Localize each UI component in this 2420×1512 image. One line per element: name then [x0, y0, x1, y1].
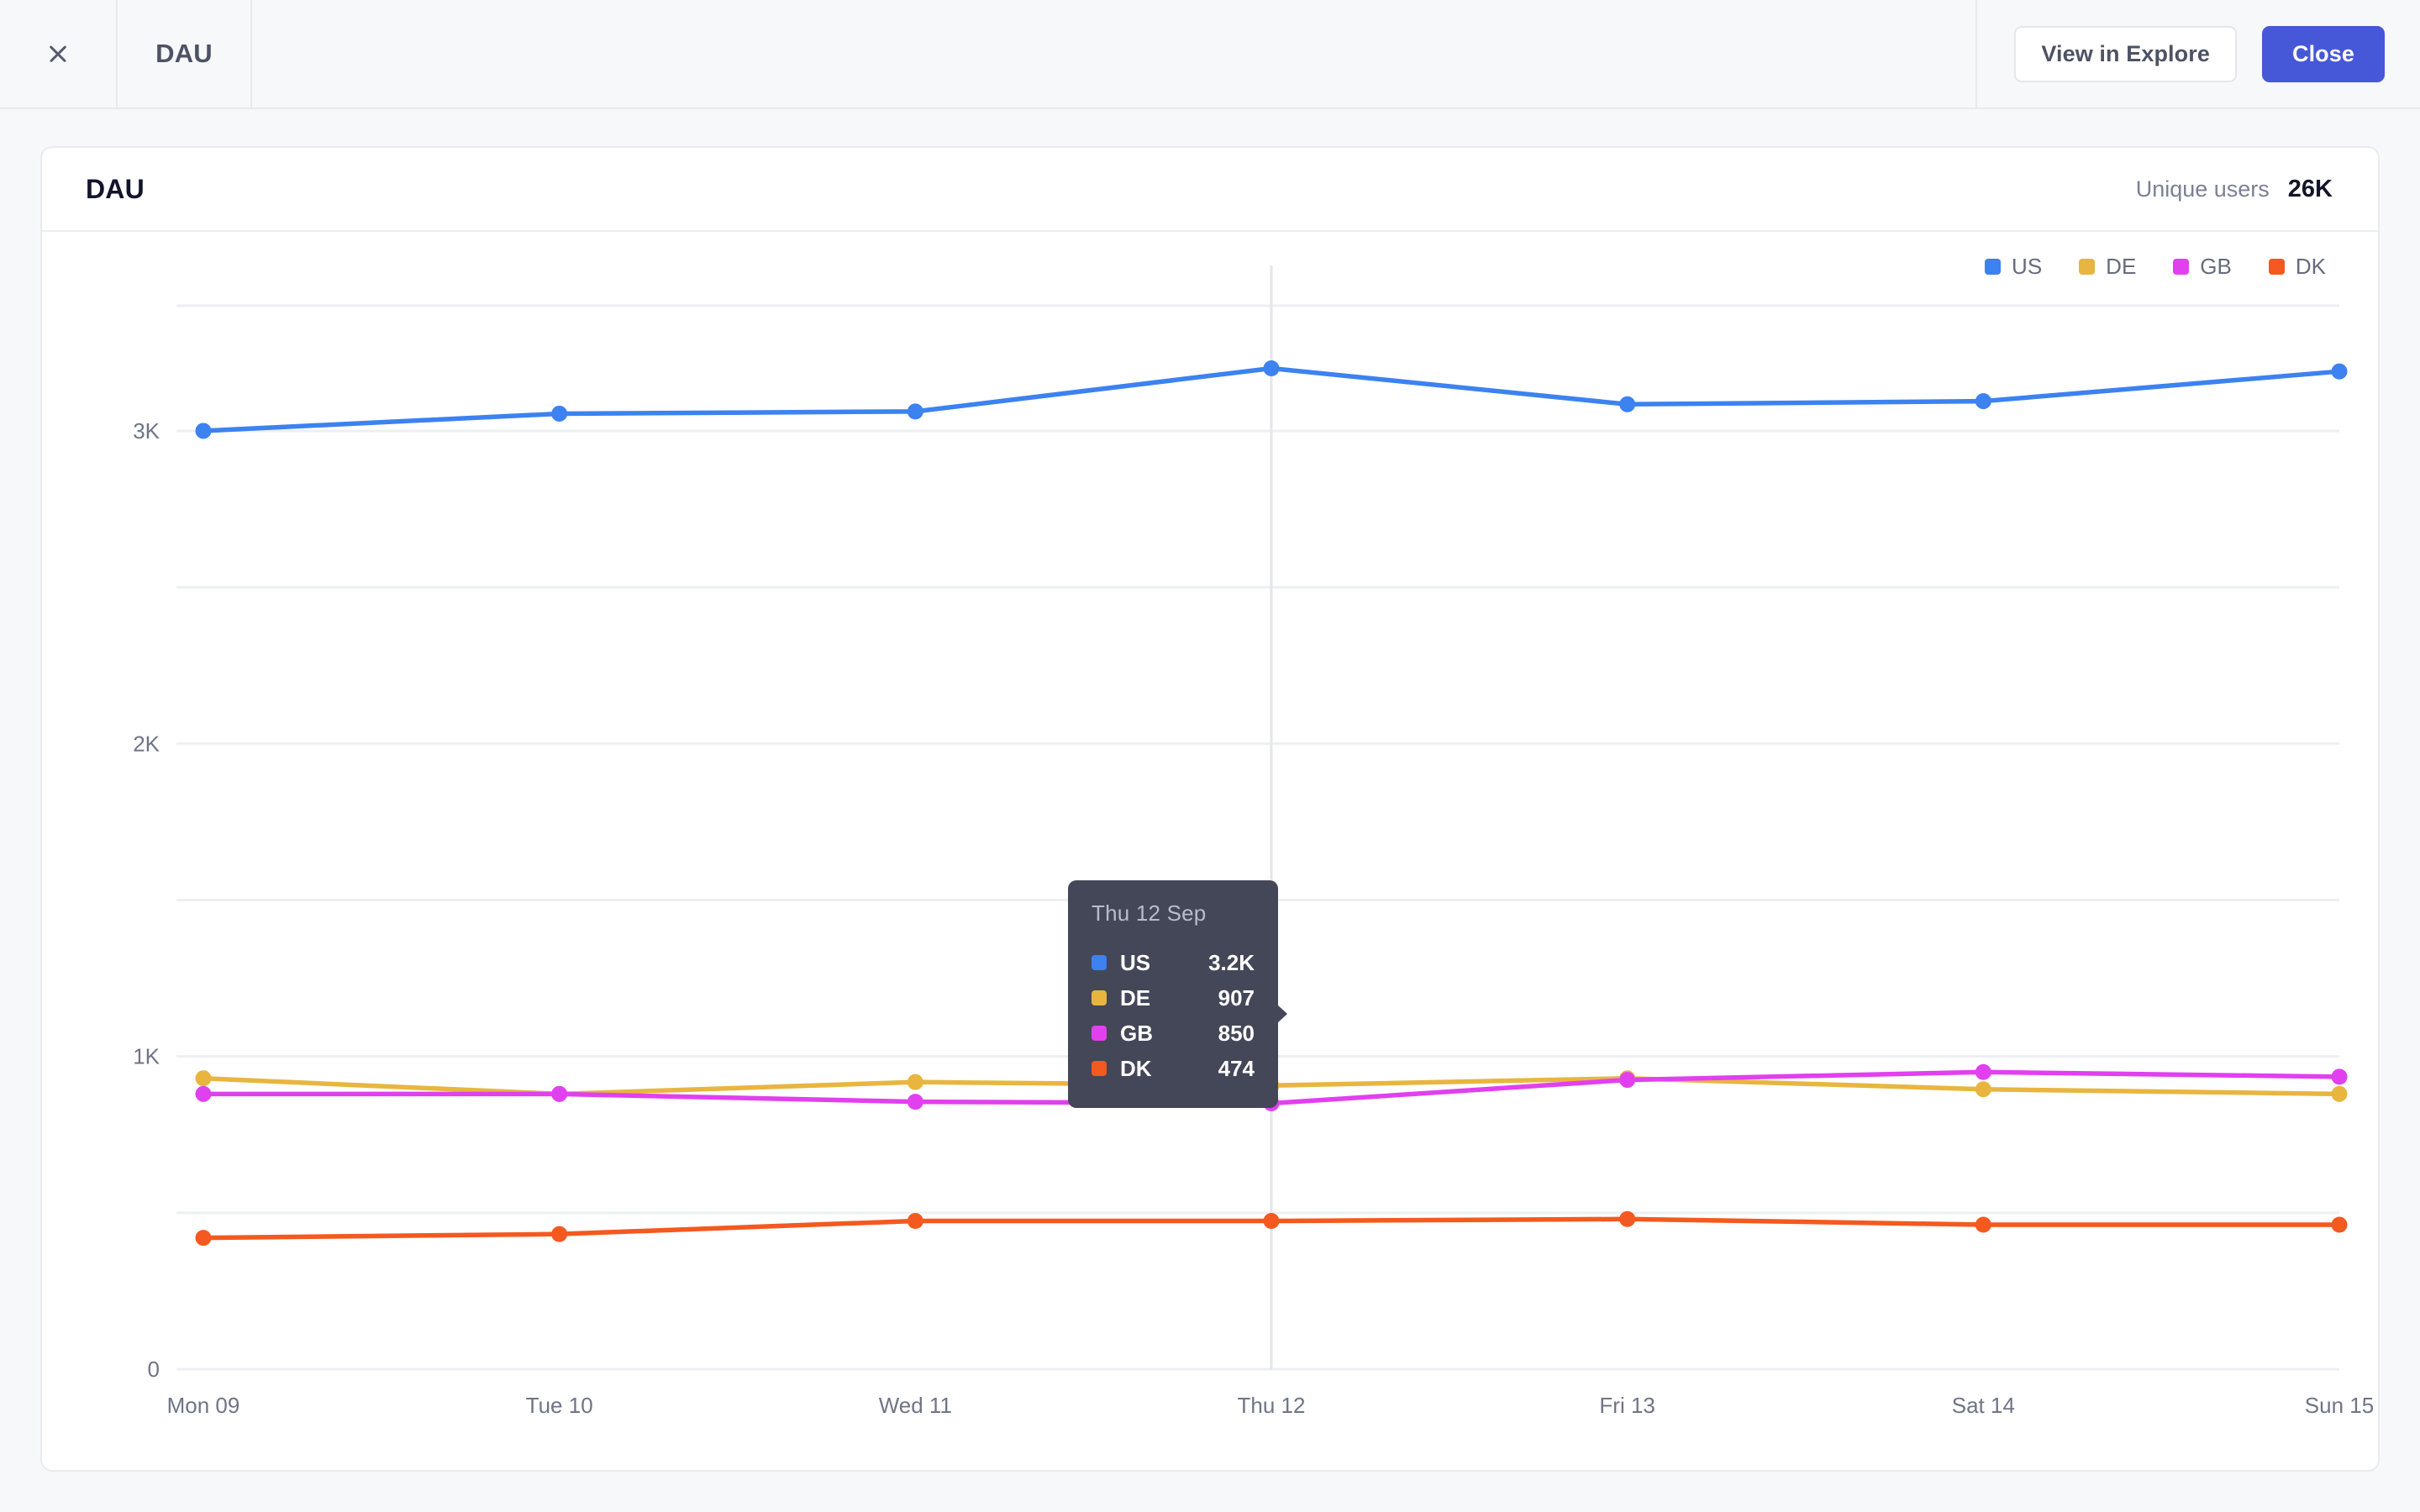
tab-dau[interactable]: DAU — [118, 0, 252, 108]
tooltip-row: DE 907 — [1092, 980, 1255, 1016]
unique-users-value: 26K — [2287, 175, 2333, 202]
svg-text:Wed 11: Wed 11 — [879, 1393, 952, 1418]
tooltip-label-dk: DK — [1120, 1055, 1152, 1081]
svg-text:3K: 3K — [133, 418, 160, 444]
svg-text:Sat 14: Sat 14 — [1952, 1393, 2015, 1418]
page-title: DAU — [86, 173, 145, 204]
unique-users-label: Unique users — [2135, 176, 2270, 202]
svg-text:1K: 1K — [133, 1044, 160, 1069]
chart-card: DAU Unique users 26K US DE GB DK 0 1K 2K… — [40, 146, 2380, 1472]
unique-users-kpi: Unique users 26K — [2136, 176, 2333, 203]
view-in-explore-button[interactable]: View in Explore — [2014, 25, 2237, 82]
tooltip-value-de: 907 — [1218, 984, 1255, 1011]
close-icon — [44, 39, 72, 68]
x-axis-labels: Mon 09 Tue 10 Wed 11 Thu 12 Fri 13 Sat 14 Sun … — [167, 1393, 2375, 1418]
svg-text:Fri 13: Fri 13 — [1599, 1393, 1655, 1418]
tooltip-row: DK 474 — [1092, 1051, 1255, 1086]
chart-tooltip: Thu 12 Sep US 3.2K DE 907 GB 850 DK 474 — [1068, 880, 1287, 1108]
tooltip-swatch-gb — [1092, 1026, 1107, 1041]
tooltip-swatch-de — [1092, 990, 1107, 1005]
tooltip-value-gb: 850 — [1218, 1020, 1255, 1046]
topbar-spacer — [252, 0, 1978, 108]
tooltip-label-de: DE — [1120, 984, 1151, 1011]
tooltip-row: GB 850 — [1092, 1016, 1255, 1051]
topbar: DAU View in Explore Close — [0, 0, 2420, 109]
svg-text:2K: 2K — [133, 731, 160, 756]
svg-text:Mon 09: Mon 09 — [167, 1393, 240, 1418]
line-chart[interactable]: 0 1K 2K 3K Mon 09 Tue 10 Wed 11 Thu 12 Fri 13 Sa… — [42, 232, 2378, 1470]
tooltip-row: US 3.2K — [1092, 945, 1255, 980]
svg-text:Thu 12: Thu 12 — [1238, 1393, 1306, 1418]
gridlines — [176, 304, 2339, 1371]
tab-dau-label: DAU — [155, 39, 213, 68]
line-chart-svg: 0 1K 2K 3K Mon 09 Tue 10 Wed 11 Thu 12 Fri 13 Sa… — [133, 265, 2375, 1418]
tooltip-label-us: US — [1120, 949, 1151, 975]
close-button[interactable]: Close — [2261, 25, 2385, 82]
panel-close-button[interactable] — [0, 0, 118, 108]
y-axis-labels: 0 1K 2K 3K — [133, 418, 160, 1382]
svg-text:Sun 15: Sun 15 — [2305, 1393, 2374, 1418]
topbar-actions: View in Explore Close — [1977, 0, 2420, 108]
tooltip-value-dk: 474 — [1218, 1055, 1255, 1081]
svg-text:Tue 10: Tue 10 — [526, 1393, 593, 1418]
tooltip-label-gb: GB — [1120, 1020, 1153, 1046]
chart-card-header: DAU Unique users 26K — [42, 148, 2378, 232]
tooltip-date: Thu 12 Sep — [1092, 900, 1207, 926]
svg-text:0: 0 — [148, 1357, 160, 1382]
tooltip-value-us: 3.2K — [1208, 949, 1255, 975]
tooltip-swatch-us — [1092, 955, 1107, 970]
tooltip-swatch-dk — [1092, 1061, 1107, 1076]
